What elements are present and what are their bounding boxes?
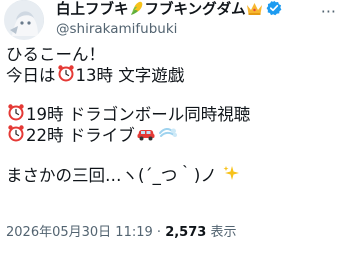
dash-icon [158, 125, 178, 146]
sparkles-icon [223, 165, 240, 187]
tweet-header: 白上フブキ フブキングダム @shirakamifubuki ··· [0, 0, 350, 44]
alarm-clock-icon [7, 124, 25, 147]
tweet-line-text: 19時 ドラゴンボール同時視聴 [26, 105, 251, 124]
alarm-clock-icon [7, 103, 25, 126]
tweet-meta: 2026年05月30日 11:19 · 2,573 表示 [6, 224, 236, 242]
tweet-line-text: ひるこーん！ [6, 45, 105, 64]
corn-emoji-icon [129, 0, 145, 20]
tweet-line-text: まさかの三回…ヽ(´_つ｀)ノ [6, 166, 217, 185]
tweet-line-text: 13時 文字遊戯 [75, 66, 185, 85]
display-name-part-2[interactable]: フブキングダム [145, 1, 246, 19]
views-label: 表示 [210, 225, 237, 240]
tweet-line: まさかの三回…ヽ(´_つ｀)ノ [6, 165, 346, 186]
verified-badge-icon [266, 0, 282, 20]
meta-separator: · [156, 225, 162, 240]
tweet-line: ひるこーん！ [6, 44, 346, 65]
tweet-text: ひるこーん！ 今日は 13時 文字遊戯 19時 ドラゴンボール同時視聴 22時 … [6, 44, 346, 186]
avatar-image [4, 0, 44, 40]
more-options-button[interactable]: ··· [321, 2, 336, 21]
author-handle[interactable]: @shirakamifubuki [56, 21, 177, 37]
car-icon [136, 125, 156, 146]
timestamp[interactable]: 2026年05月30日 11:19 [6, 225, 153, 240]
tweet-line: 22時 ドライブ [6, 125, 346, 146]
display-name-row[interactable]: 白上フブキ フブキングダム [56, 0, 282, 20]
tweet-line: 今日は 13時 文字遊戯 [6, 65, 346, 86]
crown-emoji-icon [246, 1, 263, 20]
tweet-line-text: 今日は [6, 66, 56, 85]
avatar[interactable] [4, 0, 44, 40]
tweet-line: 19時 ドラゴンボール同時視聴 [6, 104, 346, 125]
alarm-clock-icon [57, 64, 75, 87]
views-count[interactable]: 2,573 [165, 225, 206, 240]
tweet-line-text: 22時 ドライブ [26, 126, 135, 145]
display-name-part-1[interactable]: 白上フブキ [56, 1, 129, 19]
